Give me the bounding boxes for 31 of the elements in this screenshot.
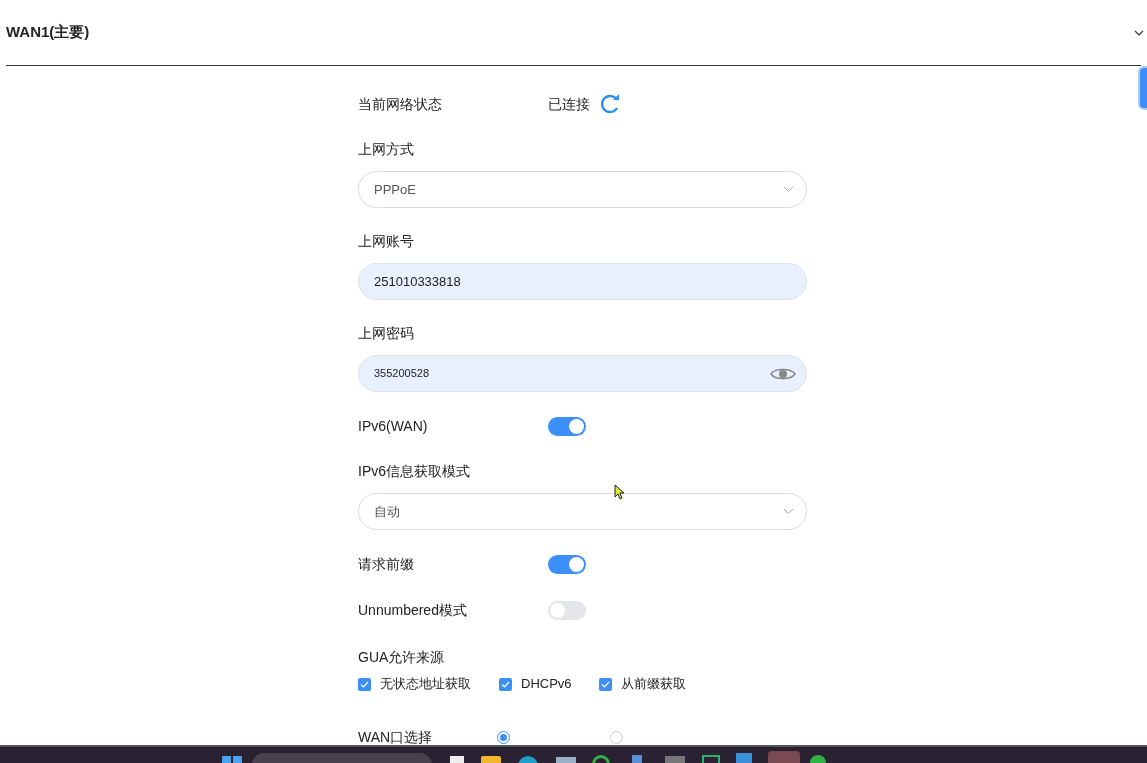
field-label: IPv6信息获取模式 xyxy=(358,462,471,481)
field-label: GUA允许来源 xyxy=(358,648,446,667)
toggle-switch[interactable] xyxy=(548,416,586,436)
field-label: 当前网络状态 xyxy=(358,95,443,114)
checkbox[interactable] xyxy=(599,677,612,691)
input-field[interactable]: 251010333818 xyxy=(358,263,807,300)
field-label: Unnumbered模式 xyxy=(358,601,468,620)
status-text: 已连接 xyxy=(548,94,590,114)
checkbox-label: DHCPv6 xyxy=(521,675,572,694)
section-title: WAN1(主要) xyxy=(6,22,90,43)
field-label: WAN口选择 xyxy=(358,728,434,747)
dropdown[interactable]: PPPoE xyxy=(358,171,807,208)
checkbox-label: 无状态地址获取 xyxy=(380,675,471,694)
chevron-down-icon xyxy=(783,186,794,193)
refresh-icon[interactable] xyxy=(600,94,622,114)
toggle-switch[interactable] xyxy=(548,554,586,574)
field-label: 请求前缀 xyxy=(358,555,415,574)
field-label: IPv6(WAN) xyxy=(358,417,429,436)
field-label: 上网密码 xyxy=(358,324,415,343)
toggle-switch[interactable] xyxy=(548,600,586,620)
field-label: 上网账号 xyxy=(358,232,415,251)
chevron-icon[interactable] xyxy=(1134,29,1144,36)
field-label: 上网方式 xyxy=(358,140,415,159)
mouse-cursor-icon xyxy=(614,484,625,500)
eye-icon[interactable] xyxy=(770,366,796,381)
dropdown[interactable]: 自动 xyxy=(358,493,807,530)
checkbox[interactable] xyxy=(499,677,512,691)
checkbox-label: 从前缀获取 xyxy=(621,675,686,694)
checkbox[interactable] xyxy=(358,677,371,691)
chevron-down-icon xyxy=(783,508,794,515)
input-field[interactable]: 355200528 xyxy=(358,355,807,392)
